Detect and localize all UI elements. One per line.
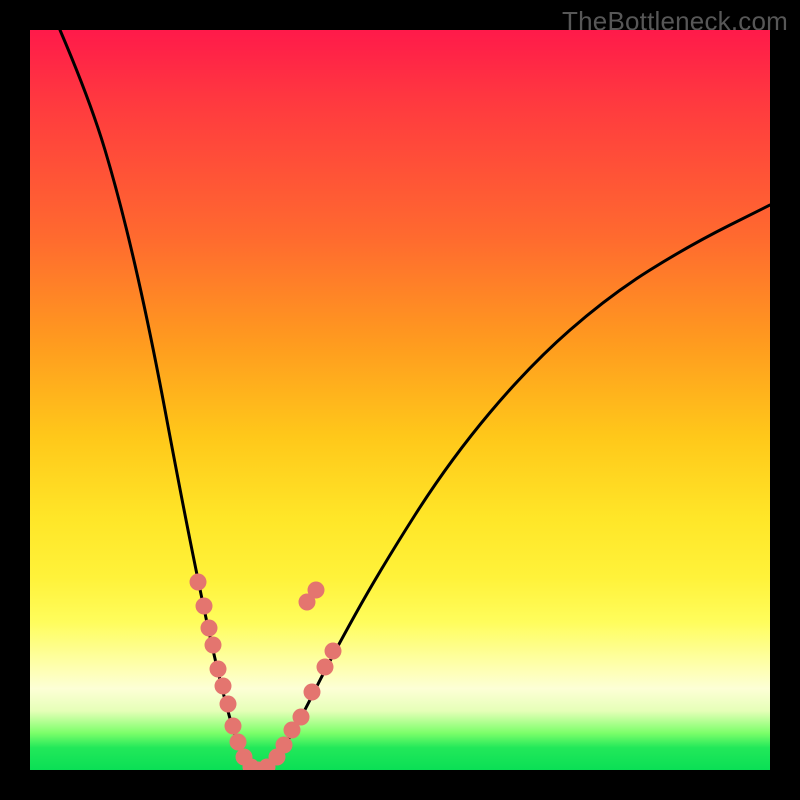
sample-dot [205,637,222,654]
curve-right-arm [255,205,770,770]
plot-area [30,30,770,770]
sample-dot [210,661,227,678]
sample-dot [276,737,293,754]
sample-dot [325,643,342,660]
curve-layer [30,30,770,770]
chart-stage: TheBottleneck.com [0,0,800,800]
sample-dot [196,598,213,615]
sample-dot [304,684,321,701]
sample-dot [201,620,218,637]
sample-dots [190,574,342,771]
sample-dot [308,582,325,599]
sample-dot [225,718,242,735]
sample-dot [190,574,207,591]
curve-left-arm [60,30,255,770]
sample-dot [317,659,334,676]
sample-dot [230,734,247,751]
sample-dot [215,678,232,695]
sample-dot [220,696,237,713]
sample-dot [293,709,310,726]
